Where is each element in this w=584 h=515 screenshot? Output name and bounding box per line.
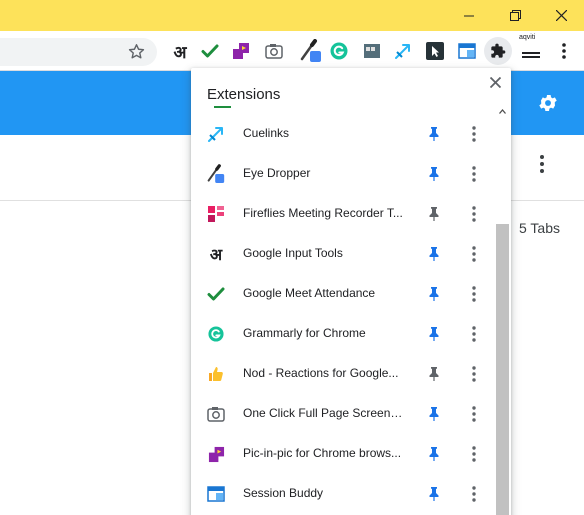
extension-row[interactable]: Grammarly for Chrome [191, 313, 493, 353]
extension-name[interactable]: Pic-in-pic for Chrome brows... [243, 446, 405, 460]
cuelinks-toolbar-button[interactable] [391, 39, 415, 63]
pinned-icon[interactable] [425, 325, 443, 343]
extension-row[interactable]: Eye Dropper [191, 153, 493, 193]
more-options-icon[interactable] [465, 483, 483, 505]
eye-dropper-icon [207, 164, 225, 183]
google-input-tools-toolbar-button[interactable]: अ [168, 39, 192, 63]
close-icon [555, 10, 567, 21]
restore-button[interactable] [492, 0, 538, 31]
window-titlebar [0, 0, 584, 31]
google-input-tools-icon: अ [173, 42, 187, 63]
aqviti-icon [522, 52, 540, 58]
pinned-icon[interactable] [425, 245, 443, 263]
extension-name[interactable]: Fireflies Meeting Recorder T... [243, 206, 405, 220]
more-options-icon[interactable] [465, 443, 483, 465]
extension-row[interactable]: Google Meet Attendance [191, 273, 493, 313]
vertical-dots-icon [562, 43, 566, 59]
cuelinks-icon [207, 125, 225, 143]
extensions-button[interactable] [484, 37, 512, 65]
extension-row[interactable]: Nod - Reactions for Google... [191, 353, 493, 393]
extension-row[interactable]: Session Buddy [191, 473, 493, 513]
pic-in-pic-icon [233, 43, 249, 59]
title-underline [214, 106, 231, 108]
more-options-icon[interactable] [465, 323, 483, 345]
grammarly-icon [207, 325, 225, 343]
extension-name[interactable]: Eye Dropper [243, 166, 405, 180]
cursor-icon [426, 42, 444, 60]
aqviti-toolbar-button[interactable] [519, 39, 543, 63]
more-options-icon[interactable] [465, 283, 483, 305]
browser-menu-button[interactable] [552, 39, 576, 63]
thumbs-up-icon [207, 365, 225, 383]
popup-title: Extensions [207, 86, 281, 103]
cuelinks-icon [395, 44, 410, 59]
more-options-icon[interactable] [465, 203, 483, 225]
google-input-tools-icon: अ [209, 245, 223, 264]
extensions-popup: Extensions Cuelinks Eye Dropper Fireflies … [191, 68, 511, 515]
popup-scrollbar[interactable] [494, 108, 511, 515]
more-options-icon[interactable] [465, 123, 483, 145]
pinned-icon[interactable] [425, 285, 443, 303]
eye-dropper-toolbar-button[interactable] [299, 39, 323, 63]
minimize-icon [464, 15, 474, 16]
close-window-button[interactable] [538, 0, 584, 31]
session-buddy-icon [207, 485, 225, 503]
popup-close-button[interactable] [487, 74, 503, 90]
more-options-icon[interactable] [465, 363, 483, 385]
fireflies-icon [207, 205, 225, 223]
browser-toolbar: अ 2d aqviti [0, 31, 584, 96]
unpinned-icon[interactable] [425, 205, 443, 223]
session-buddy-icon [458, 43, 476, 59]
unpinned-icon[interactable] [425, 365, 443, 383]
session-buddy-toolbar-button[interactable] [455, 39, 479, 63]
screenshot-toolbar-button[interactable] [262, 39, 286, 63]
checkmark-icon [201, 44, 219, 58]
cursor-ext-toolbar-button[interactable] [423, 39, 447, 63]
puzzle-icon [491, 43, 506, 58]
session-tab-toolbar-button[interactable] [360, 39, 384, 63]
extension-name[interactable]: Nod - Reactions for Google... [243, 366, 405, 380]
tab-manager-icon [364, 44, 380, 58]
pinned-icon[interactable] [425, 125, 443, 143]
extension-name[interactable]: One Click Full Page Screens... [243, 406, 405, 420]
checkmark-icon [207, 285, 225, 303]
extension-row[interactable]: One Click Full Page Screens... [191, 393, 493, 433]
camera-icon [207, 405, 225, 423]
grammarly-icon [330, 42, 348, 60]
extension-row[interactable]: Cuelinks [191, 113, 493, 153]
eye-dropper-icon [300, 39, 321, 62]
tabs-count-label: 5 Tabs [519, 220, 560, 236]
pic-in-pic-icon [207, 445, 225, 463]
more-options-icon[interactable] [465, 403, 483, 425]
pinned-icon[interactable] [425, 445, 443, 463]
close-icon [489, 76, 501, 88]
grammarly-toolbar-button[interactable] [327, 39, 351, 63]
pinned-icon[interactable] [425, 165, 443, 183]
restore-icon [509, 10, 521, 21]
pic-in-pic-toolbar-button[interactable] [229, 39, 253, 63]
meet-attendance-toolbar-button[interactable] [198, 39, 222, 63]
settings-gear-icon[interactable] [537, 92, 559, 119]
scroll-up-arrow-icon[interactable] [499, 109, 506, 114]
extension-row[interactable]: Pic-in-pic for Chrome brows... [191, 433, 493, 473]
scrollbar-thumb[interactable] [496, 224, 509, 515]
extension-name[interactable]: Grammarly for Chrome [243, 326, 405, 340]
extension-name[interactable]: Cuelinks [243, 126, 405, 140]
more-options-icon[interactable] [465, 243, 483, 265]
extension-row[interactable]: अ Google Input Tools [191, 233, 493, 273]
pinned-icon[interactable] [425, 485, 443, 503]
extension-name[interactable]: Google Input Tools [243, 246, 405, 260]
more-options-icon[interactable] [465, 163, 483, 185]
extension-name[interactable]: Session Buddy [243, 486, 405, 500]
camera-icon [265, 44, 283, 59]
extension-row[interactable]: Fireflies Meeting Recorder T... [191, 193, 493, 233]
extension-name[interactable]: Google Meet Attendance [243, 286, 405, 300]
minimize-button[interactable] [446, 0, 492, 31]
bookmark-star-icon[interactable] [128, 43, 145, 65]
page-more-icon[interactable] [540, 155, 544, 178]
pinned-icon[interactable] [425, 405, 443, 423]
